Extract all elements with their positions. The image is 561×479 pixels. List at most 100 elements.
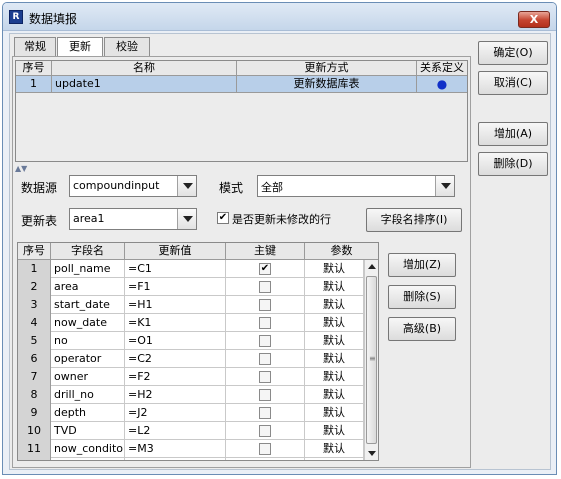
cell-value[interactable]: =C3 bbox=[125, 458, 226, 460]
cell-no[interactable]: 9 bbox=[18, 404, 51, 422]
chevron-down-icon[interactable] bbox=[435, 176, 454, 196]
cell-field[interactable]: TVD bbox=[51, 422, 125, 440]
cell-field[interactable]: owner bbox=[51, 368, 125, 386]
table-row[interactable]: 4 now_date =K1 默认 bbox=[18, 314, 378, 332]
table-row[interactable]: 1 update1 更新数据库表 ● bbox=[16, 76, 467, 93]
cell-field[interactable]: drill_no bbox=[51, 386, 125, 404]
cell-param[interactable]: 默认 bbox=[305, 386, 364, 404]
cell-value[interactable]: =O1 bbox=[125, 332, 226, 350]
cell-field[interactable]: depth bbox=[51, 404, 125, 422]
cell-no[interactable]: 6 bbox=[18, 350, 51, 368]
primary-key-checkbox[interactable] bbox=[259, 407, 271, 419]
cell-no[interactable]: 1 bbox=[18, 260, 51, 278]
table-row[interactable]: 5 no =O1 默认 bbox=[18, 332, 378, 350]
cell-field[interactable]: now_conditon bbox=[51, 440, 125, 458]
cell-value[interactable]: =H1 bbox=[125, 296, 226, 314]
primary-key-checkbox[interactable] bbox=[259, 335, 271, 347]
cancel-button[interactable]: 取消(C) bbox=[478, 71, 548, 95]
cell-param[interactable]: 默认 bbox=[305, 458, 364, 460]
cell-no[interactable]: 7 bbox=[18, 368, 51, 386]
table-row[interactable]: 11 now_conditon =M3 默认 bbox=[18, 440, 378, 458]
cell-param[interactable]: 默认 bbox=[305, 260, 364, 278]
cell-no[interactable]: 3 bbox=[18, 296, 51, 314]
table-row[interactable]: 7 owner =F2 默认 bbox=[18, 368, 378, 386]
table-row[interactable]: 8 drill_no =H2 默认 bbox=[18, 386, 378, 404]
mode-select[interactable]: 全部 bbox=[257, 175, 455, 197]
cell-param[interactable]: 默认 bbox=[305, 332, 364, 350]
cell-field[interactable]: sendto bbox=[51, 458, 125, 460]
primary-key-checkbox[interactable] bbox=[259, 425, 271, 437]
cell-value[interactable]: =F1 bbox=[125, 278, 226, 296]
cell-value[interactable]: =J2 bbox=[125, 404, 226, 422]
add-field-button[interactable]: 增加(Z) bbox=[388, 253, 456, 277]
update-list-table[interactable]: 序号 名称 更新方式 关系定义 1 update1 更新数据库表 ● bbox=[15, 60, 468, 162]
cell-no[interactable]: 8 bbox=[18, 386, 51, 404]
field-grid[interactable]: 序号 字段名 更新值 主键 参数 1 poll_name =C1 ✔ 默认 2 area =F… bbox=[17, 242, 379, 461]
cell-param[interactable]: 默认 bbox=[305, 350, 364, 368]
primary-key-checkbox[interactable] bbox=[259, 371, 271, 383]
cell-param[interactable]: 默认 bbox=[305, 422, 364, 440]
tab-update[interactable]: 更新 bbox=[57, 37, 103, 57]
cell-field[interactable]: operator bbox=[51, 350, 125, 368]
app-icon: R bbox=[9, 10, 23, 24]
delete-button[interactable]: 删除(D) bbox=[478, 152, 548, 176]
cell-value[interactable]: =C1 bbox=[125, 260, 226, 278]
cell-field[interactable]: area bbox=[51, 278, 125, 296]
cell-value[interactable]: =M3 bbox=[125, 440, 226, 458]
primary-key-checkbox[interactable] bbox=[259, 317, 271, 329]
table-row[interactable]: 6 operator =C2 默认 bbox=[18, 350, 378, 368]
vertical-scrollbar[interactable]: ≡ bbox=[364, 260, 378, 460]
cell-param[interactable]: 默认 bbox=[305, 278, 364, 296]
table-row[interactable]: 2 area =F1 默认 bbox=[18, 278, 378, 296]
cell-value[interactable]: =C2 bbox=[125, 350, 226, 368]
table-row[interactable]: 3 start_date =H1 默认 bbox=[18, 296, 378, 314]
scroll-down-icon[interactable] bbox=[365, 446, 378, 460]
table-row[interactable]: 10 TVD =L2 默认 bbox=[18, 422, 378, 440]
relation-dot-icon[interactable]: ● bbox=[417, 76, 467, 93]
primary-key-checkbox[interactable] bbox=[259, 389, 271, 401]
cell-field[interactable]: poll_name bbox=[51, 260, 125, 278]
add-button[interactable]: 增加(A) bbox=[478, 122, 548, 146]
scroll-up-icon[interactable] bbox=[365, 260, 378, 274]
cell-field[interactable]: now_date bbox=[51, 314, 125, 332]
cell-value[interactable]: =L2 bbox=[125, 422, 226, 440]
chevron-down-icon[interactable] bbox=[177, 176, 196, 196]
primary-key-checkbox[interactable] bbox=[259, 299, 271, 311]
tab-general[interactable]: 常规 bbox=[14, 37, 56, 56]
primary-key-checkbox[interactable] bbox=[259, 353, 271, 365]
delete-field-button[interactable]: 删除(S) bbox=[388, 285, 456, 309]
table-row[interactable]: 9 depth =J2 默认 bbox=[18, 404, 378, 422]
cell-param[interactable]: 默认 bbox=[305, 440, 364, 458]
cell-no[interactable]: 10 bbox=[18, 422, 51, 440]
primary-key-checkbox[interactable] bbox=[259, 443, 271, 455]
cell-param[interactable]: 默认 bbox=[305, 368, 364, 386]
primary-key-checkbox[interactable] bbox=[259, 281, 271, 293]
sort-fields-button[interactable]: 字段名排序(I) bbox=[366, 208, 462, 232]
cell-value[interactable]: =K1 bbox=[125, 314, 226, 332]
primary-key-checkbox[interactable]: ✔ bbox=[259, 263, 271, 275]
cell-no[interactable]: 5 bbox=[18, 332, 51, 350]
cell-value[interactable]: =H2 bbox=[125, 386, 226, 404]
tab-validate[interactable]: 校验 bbox=[104, 37, 150, 56]
update-unmodified-checkbox[interactable]: ✔ bbox=[217, 212, 229, 224]
cell-no[interactable]: 12 bbox=[18, 458, 51, 460]
datasource-select[interactable]: compoundinput bbox=[69, 175, 197, 197]
chevron-down-icon[interactable] bbox=[177, 209, 196, 229]
cell-no[interactable]: 4 bbox=[18, 314, 51, 332]
cell-no[interactable]: 2 bbox=[18, 278, 51, 296]
advanced-button[interactable]: 高级(B) bbox=[388, 317, 456, 341]
cell-no[interactable]: 11 bbox=[18, 440, 51, 458]
cell-field[interactable]: start_date bbox=[51, 296, 125, 314]
table-row[interactable]: 1 poll_name =C1 ✔ 默认 bbox=[18, 260, 378, 278]
cell-field[interactable]: no bbox=[51, 332, 125, 350]
update-table-select[interactable]: area1 bbox=[69, 208, 197, 230]
cell-param[interactable]: 默认 bbox=[305, 314, 364, 332]
cell-param[interactable]: 默认 bbox=[305, 404, 364, 422]
cell-param[interactable]: 默认 bbox=[305, 296, 364, 314]
splitter-handle[interactable]: ▲▼ bbox=[15, 164, 27, 173]
cell-value[interactable]: =F2 bbox=[125, 368, 226, 386]
table-row[interactable]: 12sendto=C3 默认 bbox=[18, 458, 378, 460]
close-button[interactable]: X bbox=[518, 11, 550, 28]
ok-button[interactable]: 确定(O) bbox=[478, 41, 548, 65]
scroll-thumb[interactable]: ≡ bbox=[366, 276, 377, 444]
